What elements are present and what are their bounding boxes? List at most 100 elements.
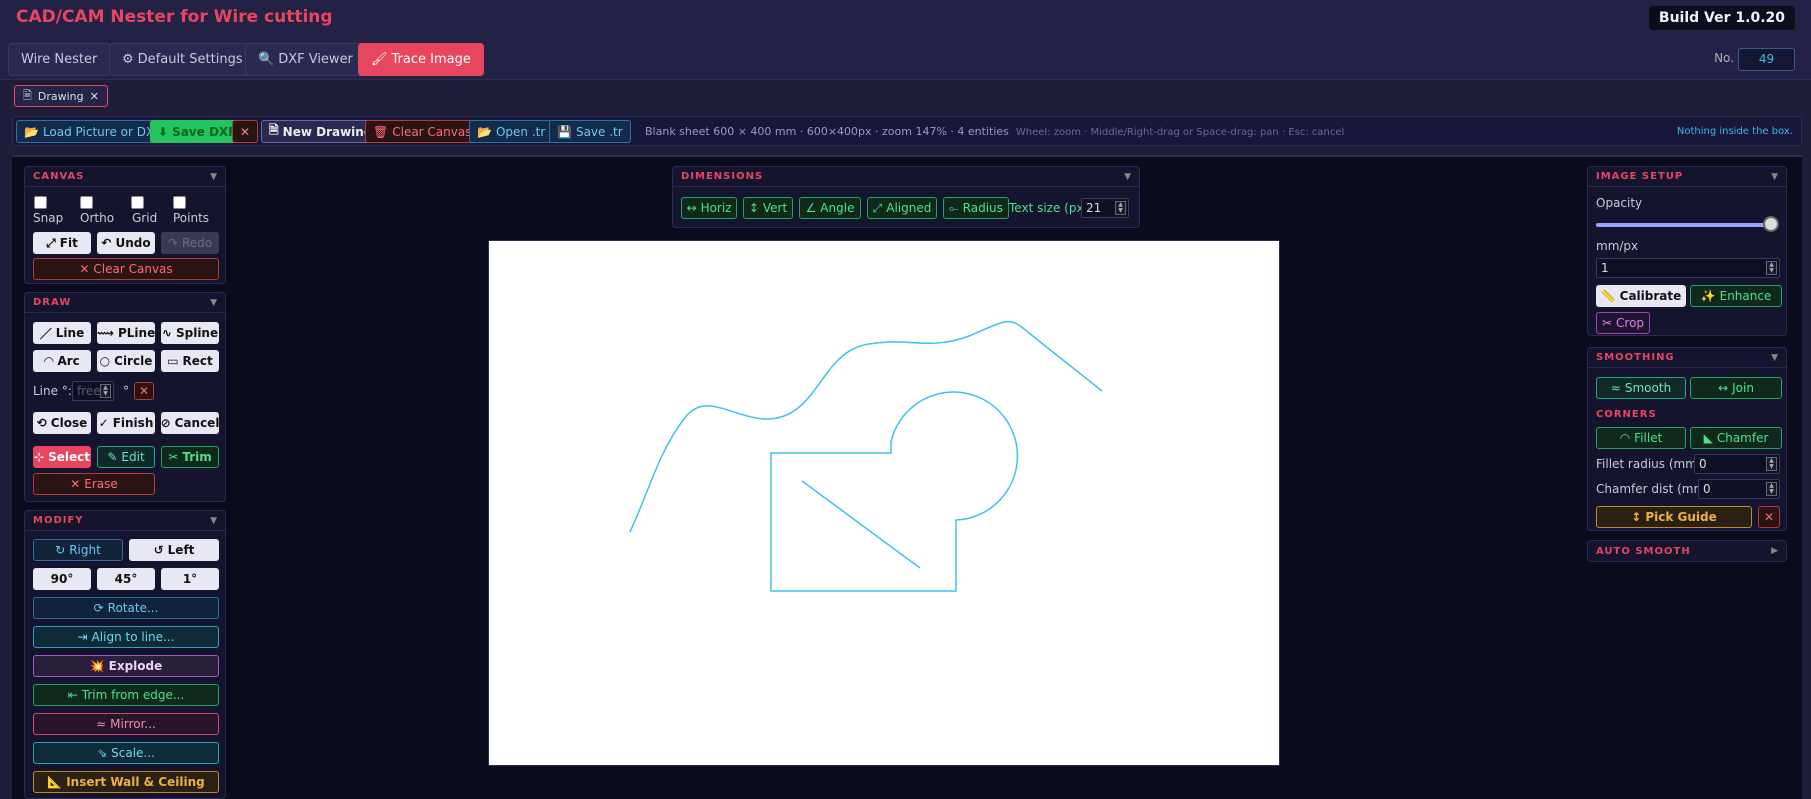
- points-checkbox[interactable]: [173, 196, 186, 209]
- pline-tool-button[interactable]: ⟿ PLine: [97, 322, 155, 344]
- tab-trace-image[interactable]: 🖌 Trace Image: [358, 43, 484, 76]
- undo-button[interactable]: ↶ Undo: [97, 232, 155, 254]
- insert-wall-ceiling-button[interactable]: 📐 Insert Wall & Ceiling: [33, 771, 219, 793]
- spline-tool-button[interactable]: ∿ Spline: [161, 322, 219, 344]
- dim-vert-button[interactable]: ↕ Vert: [743, 197, 793, 219]
- new-drawing-label: New Drawing: [282, 124, 373, 139]
- rotate-left-button[interactable]: ↺ Left: [129, 539, 219, 561]
- rotate-dialog-button[interactable]: ⟳ Rotate...: [33, 597, 219, 619]
- canvas-panel-header[interactable]: CANVAS ▼: [25, 167, 225, 187]
- finish-button[interactable]: ✓ Finish: [97, 412, 155, 434]
- spline-entity[interactable]: [629, 320, 1103, 533]
- scale-button[interactable]: ⇘ Scale...: [33, 742, 219, 764]
- grid-checkbox[interactable]: [131, 196, 144, 209]
- align-icon: ⇥: [77, 630, 88, 644]
- drawing-canvas[interactable]: [488, 240, 1280, 766]
- tab-dxf-viewer[interactable]: 🔍 DXF Viewer: [245, 43, 366, 76]
- spinner-icon[interactable]: ▲ ▼: [1766, 482, 1777, 496]
- angle-90-button[interactable]: 90°: [33, 568, 91, 590]
- tab-default-settings[interactable]: ⚙ Default Settings: [109, 43, 256, 76]
- trim-from-edge-button[interactable]: ⇤ Trim from edge...: [33, 684, 219, 706]
- draw-panel-header[interactable]: DRAW ▼: [25, 293, 225, 313]
- spinner-icon[interactable]: ▲ ▼: [1766, 261, 1777, 275]
- pick-guide-button[interactable]: ↕ Pick Guide: [1596, 506, 1752, 528]
- trim-tool-button[interactable]: ✂ Trim: [161, 446, 219, 468]
- chevron-right-icon[interactable]: ▶: [1771, 546, 1778, 556]
- tab-wire-nester[interactable]: Wire Nester: [8, 43, 111, 76]
- opacity-slider-handle[interactable]: [1763, 216, 1779, 232]
- open-tr-button[interactable]: 📂 Open .tr: [469, 120, 554, 143]
- close-shape-button[interactable]: ⟲ Close: [33, 412, 91, 434]
- mirror-button[interactable]: ≈ Mirror...: [33, 713, 219, 735]
- ortho-checkbox[interactable]: [80, 196, 93, 209]
- fillet-radius-input[interactable]: 0 ▲ ▼: [1694, 454, 1780, 474]
- erase-tool-button[interactable]: ✕ Erase: [33, 473, 155, 495]
- fillet-button[interactable]: ◠ Fillet: [1596, 427, 1686, 449]
- circle-tool-button[interactable]: ○ Circle: [97, 350, 155, 372]
- join-button[interactable]: ↔ Join: [1690, 377, 1782, 399]
- status-text: Blank sheet 600 × 400 mm · 600×400px · z…: [645, 125, 1344, 138]
- enhance-button[interactable]: ✨ Enhance: [1690, 285, 1782, 307]
- text-size-input[interactable]: 21 ▲ ▼: [1081, 198, 1129, 218]
- load-picture-button[interactable]: 📂 Load Picture or DXF: [16, 120, 170, 143]
- smoothing-panel-header[interactable]: SMOOTHING ▼: [1588, 348, 1786, 368]
- modify-panel-header[interactable]: MODIFY ▼: [25, 511, 225, 531]
- align-to-line-button[interactable]: ⇥ Align to line...: [33, 626, 219, 648]
- chevron-down-icon[interactable]: ▼: [1771, 172, 1778, 182]
- chevron-down-icon[interactable]: ▼: [210, 172, 217, 182]
- opacity-slider-track[interactable]: [1596, 223, 1772, 227]
- chevron-down-icon[interactable]: ▼: [1124, 172, 1131, 182]
- save-dxf-button[interactable]: ⬇ Save DXF: [150, 120, 245, 143]
- angle-45-button[interactable]: 45°: [97, 568, 155, 590]
- edit-tool-button[interactable]: ✎ Edit: [97, 446, 155, 468]
- line-entity[interactable]: [801, 480, 921, 569]
- number-field[interactable]: 49: [1738, 48, 1795, 71]
- select-tool-button[interactable]: ⊹ Select: [33, 446, 91, 468]
- close-icon[interactable]: ✕: [90, 90, 99, 103]
- angle-1-button[interactable]: 1°: [161, 568, 219, 590]
- clear-canvas-toolbar-button[interactable]: 🗑 Clear Canvas: [365, 120, 480, 143]
- clear-angle-button[interactable]: ✕: [134, 382, 154, 400]
- dim-radius-button[interactable]: ⟜ Radius: [943, 197, 1009, 219]
- rect-tool-button[interactable]: ▭ Rect: [161, 350, 219, 372]
- clear-canvas-button[interactable]: ✕ Clear Canvas: [33, 258, 219, 280]
- chevron-down-icon[interactable]: ▼: [1771, 353, 1778, 363]
- fit-button[interactable]: ⤢ Fit: [33, 232, 91, 254]
- rotate-right-label: Right: [69, 543, 101, 557]
- auto-smooth-panel-header[interactable]: AUTO SMOOTH ▶: [1588, 541, 1786, 561]
- horizontal-arrows-icon: ↔: [686, 201, 697, 215]
- calibrate-button[interactable]: 📏 Calibrate: [1596, 285, 1686, 307]
- spinner-icon[interactable]: ▲ ▼: [1115, 201, 1126, 215]
- cancel-button[interactable]: ⊘ Cancel: [161, 412, 219, 434]
- chamfer-dist-input[interactable]: 0 ▲ ▼: [1698, 479, 1780, 499]
- dim-aligned-button[interactable]: ⤢ Aligned: [867, 197, 937, 219]
- snap-checkbox[interactable]: [34, 196, 47, 209]
- line-tool-button[interactable]: ／ Line: [33, 322, 91, 344]
- smooth-button[interactable]: ≈ Smooth: [1596, 377, 1686, 399]
- crop-button[interactable]: ✂ Crop: [1596, 312, 1650, 334]
- pick-guide-close-button[interactable]: ✕: [1758, 506, 1780, 528]
- chevron-down-icon[interactable]: ▼: [210, 516, 217, 526]
- mmpx-input[interactable]: 1 ▲ ▼: [1596, 258, 1780, 278]
- dim-angle-button[interactable]: ∠ Angle: [799, 197, 861, 219]
- document-tab-drawing[interactable]: 🗎 Drawing ✕: [14, 85, 108, 107]
- line-angle-input[interactable]: free ▲ ▼: [72, 381, 114, 401]
- chevron-down-icon[interactable]: ▼: [210, 298, 217, 308]
- save-tr-button[interactable]: 💾 Save .tr: [549, 120, 631, 143]
- image-setup-panel-header[interactable]: IMAGE SETUP ▼: [1588, 167, 1786, 187]
- auto-smooth-panel-title: AUTO SMOOTH: [1596, 545, 1691, 557]
- spinner-icon[interactable]: ▲ ▼: [100, 384, 111, 398]
- rotate-right-button[interactable]: ↻ Right: [33, 539, 123, 561]
- redo-button[interactable]: ↷ Redo: [161, 232, 219, 254]
- fit-icon: ⤢: [46, 235, 56, 250]
- close-dxf-button[interactable]: ✕: [232, 120, 259, 143]
- dim-horiz-label: Horiz: [700, 201, 732, 215]
- spinner-icon[interactable]: ▲ ▼: [1766, 457, 1777, 471]
- new-drawing-button[interactable]: 🗎 New Drawing: [261, 120, 381, 143]
- dimensions-panel-header[interactable]: DIMENSIONS ▼: [673, 167, 1139, 187]
- polyline-entity[interactable]: [770, 391, 1019, 592]
- arc-tool-button[interactable]: ◠ Arc: [33, 350, 91, 372]
- chamfer-button[interactable]: ◣ Chamfer: [1690, 427, 1782, 449]
- dim-horiz-button[interactable]: ↔ Horiz: [681, 197, 737, 219]
- explode-button[interactable]: 💥 Explode: [33, 655, 219, 677]
